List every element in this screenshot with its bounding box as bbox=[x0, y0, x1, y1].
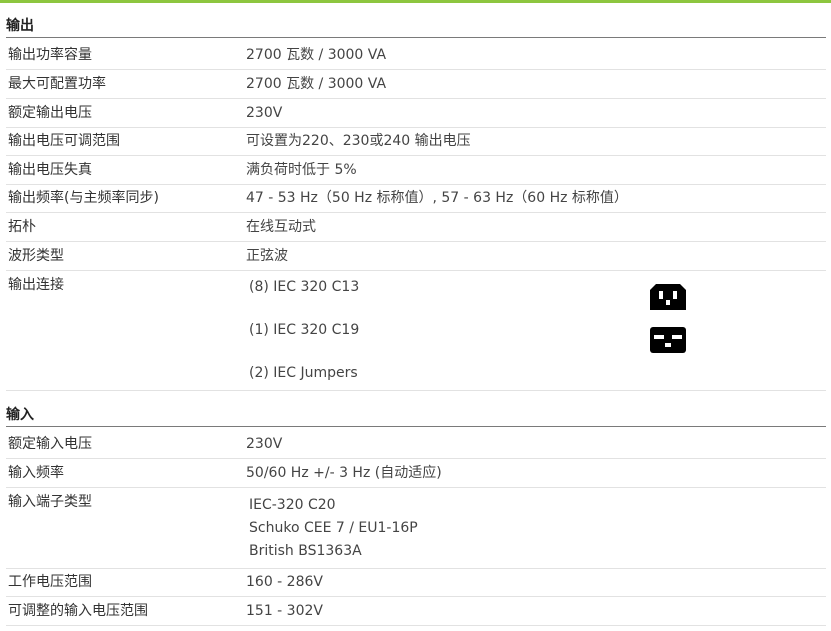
iec-c19-socket-icon bbox=[650, 327, 686, 353]
spec-row: 可调整的输入电压范围 151 - 302V bbox=[6, 597, 826, 626]
spec-label: 可调整的输入电压范围 bbox=[8, 603, 148, 619]
spec-value: 2700 瓦数 / 3000 VA bbox=[246, 76, 387, 92]
spec-label: 输入频率 bbox=[8, 465, 64, 481]
spec-label: 输出电压失真 bbox=[8, 162, 92, 178]
spec-label: 额定输出电压 bbox=[8, 105, 92, 121]
connection-item: (1) IEC 320 C19 bbox=[249, 322, 360, 338]
spec-value: 230V bbox=[246, 105, 283, 121]
spec-value: 50/60 Hz +/- 3 Hz (自动适应) bbox=[246, 465, 442, 481]
spec-row: 输出功率容量 2700 瓦数 / 3000 VA bbox=[6, 41, 826, 70]
iec-c13-socket-icon bbox=[650, 284, 686, 310]
spec-label: 输出频率(与主频率同步) bbox=[8, 190, 159, 206]
spec-row: 额定输出电压 230V bbox=[6, 99, 826, 128]
spec-row: 波形类型 正弦波 bbox=[6, 242, 826, 271]
spec-row: 拓朴 在线互动式 bbox=[6, 213, 826, 242]
connection-item: British BS1363A bbox=[249, 543, 362, 559]
spec-label: 工作电压范围 bbox=[8, 574, 92, 590]
input-section-title: 输入 bbox=[6, 404, 826, 427]
spec-value: 在线互动式 bbox=[246, 219, 316, 235]
output-section-title: 输出 bbox=[6, 15, 826, 38]
spec-value: 正弦波 bbox=[246, 248, 288, 264]
connection-item: Schuko CEE 7 / EU1-16P bbox=[249, 520, 418, 536]
spec-value: 230V bbox=[246, 436, 283, 452]
spec-value: 160 - 286V bbox=[246, 574, 323, 590]
spec-label: 输出功率容量 bbox=[8, 47, 92, 63]
spec-label: 输出连接 bbox=[8, 277, 64, 293]
spec-row: 额定输入电压 230V bbox=[6, 430, 826, 459]
spec-row: 最大可配置功率 2700 瓦数 / 3000 VA bbox=[6, 70, 826, 99]
spec-value: 满负荷时低于 5% bbox=[246, 162, 357, 178]
spec-row: 输出电压可调范围 可设置为220、230或240 输出电压 bbox=[6, 127, 826, 156]
spec-label: 额定输入电压 bbox=[8, 436, 92, 452]
connection-item: (8) IEC 320 C13 bbox=[249, 279, 360, 295]
connection-item: (2) IEC Jumpers bbox=[249, 365, 358, 381]
spec-value: 47 - 53 Hz（50 Hz 标称值）, 57 - 63 Hz（60 Hz … bbox=[246, 190, 628, 206]
spec-value: 可设置为220、230或240 输出电压 bbox=[246, 133, 471, 149]
spec-row-input-connections: 输入端子类型 IEC-320 C20 Schuko CEE 7 / EU1-16… bbox=[6, 488, 826, 569]
spec-row: 输出频率(与主频率同步) 47 - 53 Hz（50 Hz 标称值）, 57 -… bbox=[6, 184, 826, 213]
spec-label: 拓朴 bbox=[8, 219, 36, 235]
spec-row: 输入频率 50/60 Hz +/- 3 Hz (自动适应) bbox=[6, 459, 826, 488]
spec-row-output-connections: 输出连接 (8) IEC 320 C13 (1) IEC 320 C19 (2)… bbox=[6, 271, 826, 391]
spec-label: 输出电压可调范围 bbox=[8, 133, 120, 149]
spec-row: 工作电压范围 160 - 286V bbox=[6, 568, 826, 597]
spec-label: 波形类型 bbox=[8, 248, 64, 264]
spec-row: 输出电压失真 满负荷时低于 5% bbox=[6, 156, 826, 185]
top-accent-bar bbox=[0, 0, 831, 3]
connection-item: IEC-320 C20 bbox=[249, 497, 336, 513]
spec-label: 输入端子类型 bbox=[8, 494, 92, 510]
spec-label: 最大可配置功率 bbox=[8, 76, 106, 92]
spec-value: 2700 瓦数 / 3000 VA bbox=[246, 47, 387, 63]
spec-value: 151 - 302V bbox=[246, 603, 323, 619]
